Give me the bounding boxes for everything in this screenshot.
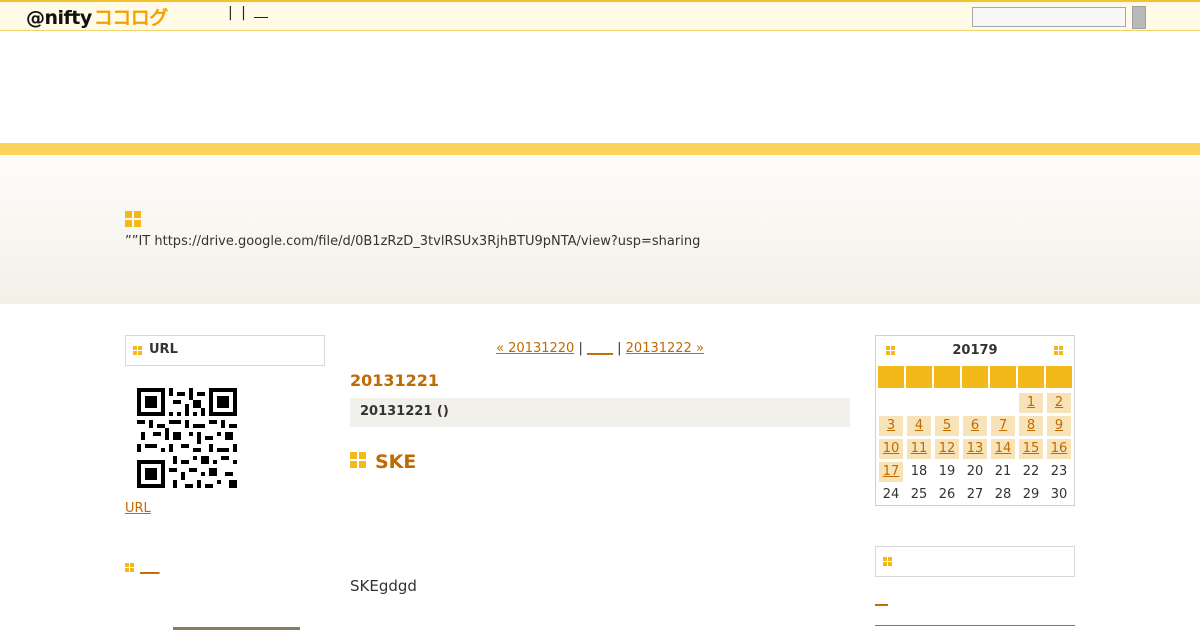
calendar-day: 26: [938, 487, 956, 502]
search-input[interactable]: [972, 7, 1126, 27]
top-link-separator: |: [241, 5, 246, 21]
post-navigation: « 20131220 | ____ | 20131222 »: [350, 341, 850, 356]
calendar-day-link[interactable]: 2: [1055, 395, 1063, 410]
calendar-day-link[interactable]: 16: [1051, 441, 1068, 456]
calendar-widget: 20179 1 2 3 4 5 6 7 8 9 10 11 12 13 14 15 16 17 18 19 20 21 2…: [875, 335, 1075, 506]
calendar-day[interactable]: 4: [907, 416, 931, 436]
calendar-day-link[interactable]: 3: [887, 418, 895, 433]
url-link[interactable]: URL: [125, 501, 151, 516]
top-links: | |: [228, 5, 272, 21]
calendar-day-link[interactable]: 14: [995, 441, 1012, 456]
main-page-link[interactable]: ____: [587, 341, 613, 356]
blog-description: ””IT https://drive.google.com/file/d/0B1…: [125, 234, 701, 249]
next-post-link[interactable]: 20131222 »: [626, 341, 704, 356]
heading-squares-icon: [883, 557, 893, 567]
post-date-heading: 20131221: [350, 371, 440, 390]
nifty-cocolog-logo[interactable]: @nifty ココログ: [26, 3, 169, 29]
calendar-weekday-header: [878, 366, 904, 388]
calendar-day-link[interactable]: 11: [911, 441, 928, 456]
calendar-day[interactable]: 6: [963, 416, 987, 436]
calendar-day: 19: [938, 464, 956, 479]
post-body: SKEgdgd: [350, 577, 417, 595]
logo-prefix: @nifty: [26, 7, 92, 29]
nav-separator: |: [613, 341, 626, 356]
calendar-weekday-header: [962, 366, 988, 388]
calendar-day[interactable]: 3: [879, 416, 903, 436]
calendar-day[interactable]: 9: [1047, 416, 1071, 436]
calendar-day[interactable]: 17: [879, 462, 903, 482]
calendar-day[interactable]: 7: [991, 416, 1015, 436]
right-divider: [875, 625, 1075, 626]
calendar-day: 23: [1050, 464, 1068, 479]
calendar-day: 28: [994, 487, 1012, 502]
calendar-day-link[interactable]: 17: [883, 464, 900, 479]
calendar-day[interactable]: 1: [1019, 393, 1043, 413]
calendar-day-link[interactable]: 13: [967, 441, 984, 456]
calendar-day[interactable]: 12: [935, 439, 959, 459]
calendar-day-link[interactable]: 8: [1027, 418, 1035, 433]
heading-squares-icon: [133, 346, 143, 356]
post-title[interactable]: SKE: [375, 451, 416, 473]
calendar-day-link[interactable]: 9: [1055, 418, 1063, 433]
nav-separator: |: [574, 341, 587, 356]
calendar-day-link[interactable]: 12: [939, 441, 956, 456]
calendar-day: 24: [882, 487, 900, 502]
calendar-day-link[interactable]: 10: [883, 441, 900, 456]
calendar-day: 21: [994, 464, 1012, 479]
calendar-day-link[interactable]: 15: [1023, 441, 1040, 456]
calendar-weekday-header: [934, 366, 960, 388]
post-bar-text: 20131221 (): [360, 404, 449, 419]
post-date-bar: 20131221 (): [350, 398, 850, 427]
prev-post-link[interactable]: « 20131220: [496, 341, 574, 356]
top-link-separator: |: [228, 5, 233, 21]
calendar-title: 20179: [952, 343, 998, 358]
calendar-day[interactable]: 16: [1047, 439, 1071, 459]
calendar-next-icon[interactable]: [1054, 346, 1064, 356]
search-button[interactable]: [1132, 6, 1146, 29]
calendar-day[interactable]: 13: [963, 439, 987, 459]
calendar-day: 20: [966, 464, 984, 479]
calendar-day[interactable]: 11: [907, 439, 931, 459]
url-box-title: URL: [149, 342, 178, 357]
calendar-day: 27: [966, 487, 984, 502]
top-bar: @nifty ココログ | |: [0, 0, 1200, 31]
banner-squares-icon: [125, 211, 141, 227]
calendar-day-link[interactable]: 1: [1027, 395, 1035, 410]
calendar-day: 18: [910, 464, 928, 479]
calendar-weekday-header: [906, 366, 932, 388]
calendar-day: 29: [1022, 487, 1040, 502]
top-link[interactable]: [254, 5, 269, 18]
calendar-weekday-header: [990, 366, 1016, 388]
calendar-weekday-header: [1018, 366, 1044, 388]
header-stripe: [0, 143, 1200, 155]
right-sidebar-heading: [875, 546, 1075, 577]
url-sidebar-heading: URL: [125, 335, 325, 366]
section-squares-icon: [125, 563, 135, 573]
calendar-day[interactable]: 2: [1047, 393, 1071, 413]
calendar-day[interactable]: 10: [879, 439, 903, 459]
calendar-day[interactable]: 8: [1019, 416, 1043, 436]
calendar-day-link[interactable]: 7: [999, 418, 1007, 433]
calendar-day[interactable]: 14: [991, 439, 1015, 459]
left-section-link[interactable]: ___: [140, 560, 160, 575]
blog-banner: ””IT https://drive.google.com/file/d/0B1…: [0, 155, 1200, 304]
calendar-weekday-header: [1046, 366, 1072, 388]
logo-brand: ココログ: [93, 7, 169, 29]
qr-code-image: [137, 388, 237, 488]
calendar-day: 25: [910, 487, 928, 502]
calendar-day-link[interactable]: 4: [915, 418, 923, 433]
calendar-day[interactable]: 15: [1019, 439, 1043, 459]
right-section-link[interactable]: __: [875, 592, 888, 607]
calendar-day-link[interactable]: 6: [971, 418, 979, 433]
post-title-squares-icon: [350, 452, 366, 468]
calendar-day[interactable]: 5: [935, 416, 959, 436]
calendar-day: 30: [1050, 487, 1068, 502]
calendar-day-link[interactable]: 5: [943, 418, 951, 433]
calendar-day: 22: [1022, 464, 1040, 479]
